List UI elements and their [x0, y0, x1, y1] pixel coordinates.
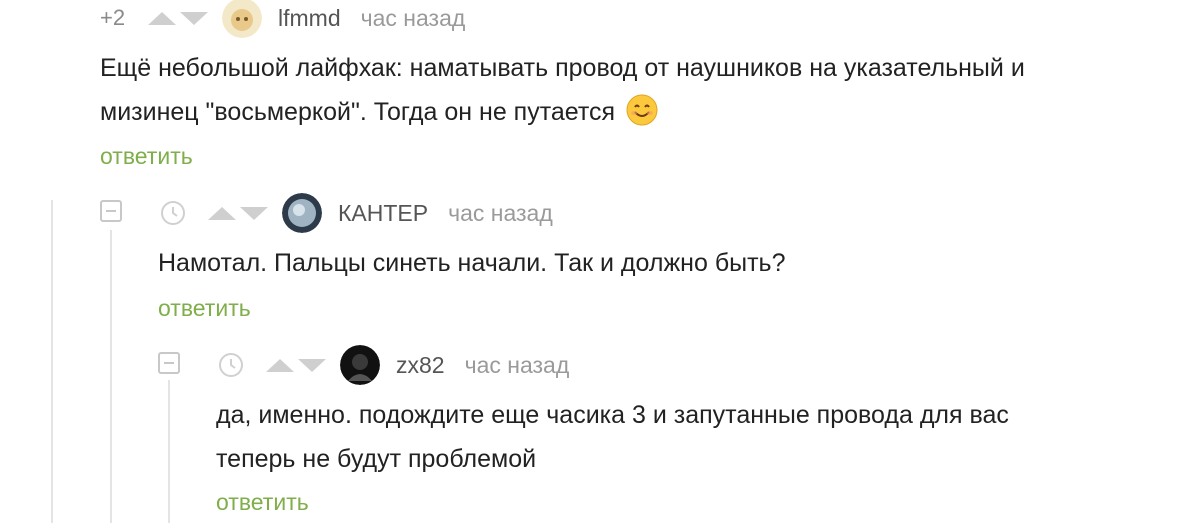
comment-text: Ещё небольшой лайфхак: наматывать провод… [100, 46, 1025, 134]
comment-text: Намотал. Пальцы синеть начали. Так и дол… [158, 249, 786, 277]
upvote-arrow-icon[interactable] [208, 206, 236, 220]
upvote-arrow-icon[interactable] [148, 11, 176, 25]
comment-rating: +2 [100, 5, 126, 30]
username[interactable]: zx82 [396, 352, 445, 379]
thread-line-level2 [110, 230, 112, 523]
comment-text-line: теперь не будут проблемой [216, 445, 537, 473]
timestamp: час назад [360, 4, 466, 31]
timestamp: час назад [448, 199, 553, 226]
downvote-arrow-icon[interactable] [298, 358, 326, 372]
thread-line-level3 [168, 380, 170, 523]
smiling-face-emoji-icon [626, 94, 658, 126]
comment-text: да, именно. подождите еще часика 3 и зап… [216, 393, 1009, 481]
reply-link[interactable]: ответить [100, 143, 193, 170]
comment-text-line: да, именно. подождите еще часика 3 и зап… [216, 401, 1009, 429]
collapse-button[interactable] [100, 200, 122, 222]
upvote-arrow-icon[interactable] [266, 358, 294, 372]
vote-controls [208, 206, 268, 220]
avatar[interactable] [282, 193, 322, 233]
thread-line-level1 [51, 200, 53, 523]
username[interactable]: lfmmd [278, 5, 341, 32]
vote-controls [148, 11, 208, 25]
comment-text-line: Ещё небольшой лайфхак: наматывать провод… [100, 54, 1025, 82]
comment-text-line: мизинец "восьмеркой". Тогда он не путает… [100, 90, 1025, 134]
reply-link[interactable]: ответить [158, 295, 251, 322]
clock-icon [161, 201, 185, 225]
avatar[interactable] [222, 0, 262, 38]
avatar[interactable] [340, 345, 380, 385]
collapse-button[interactable] [158, 352, 180, 374]
reply-link[interactable]: ответить [216, 489, 309, 516]
downvote-arrow-icon[interactable] [180, 11, 208, 25]
clock-icon [219, 353, 243, 377]
downvote-arrow-icon[interactable] [240, 206, 268, 220]
vote-controls [266, 358, 326, 372]
timestamp: час назад [464, 351, 570, 378]
username[interactable]: КАНТЕР [338, 200, 428, 227]
